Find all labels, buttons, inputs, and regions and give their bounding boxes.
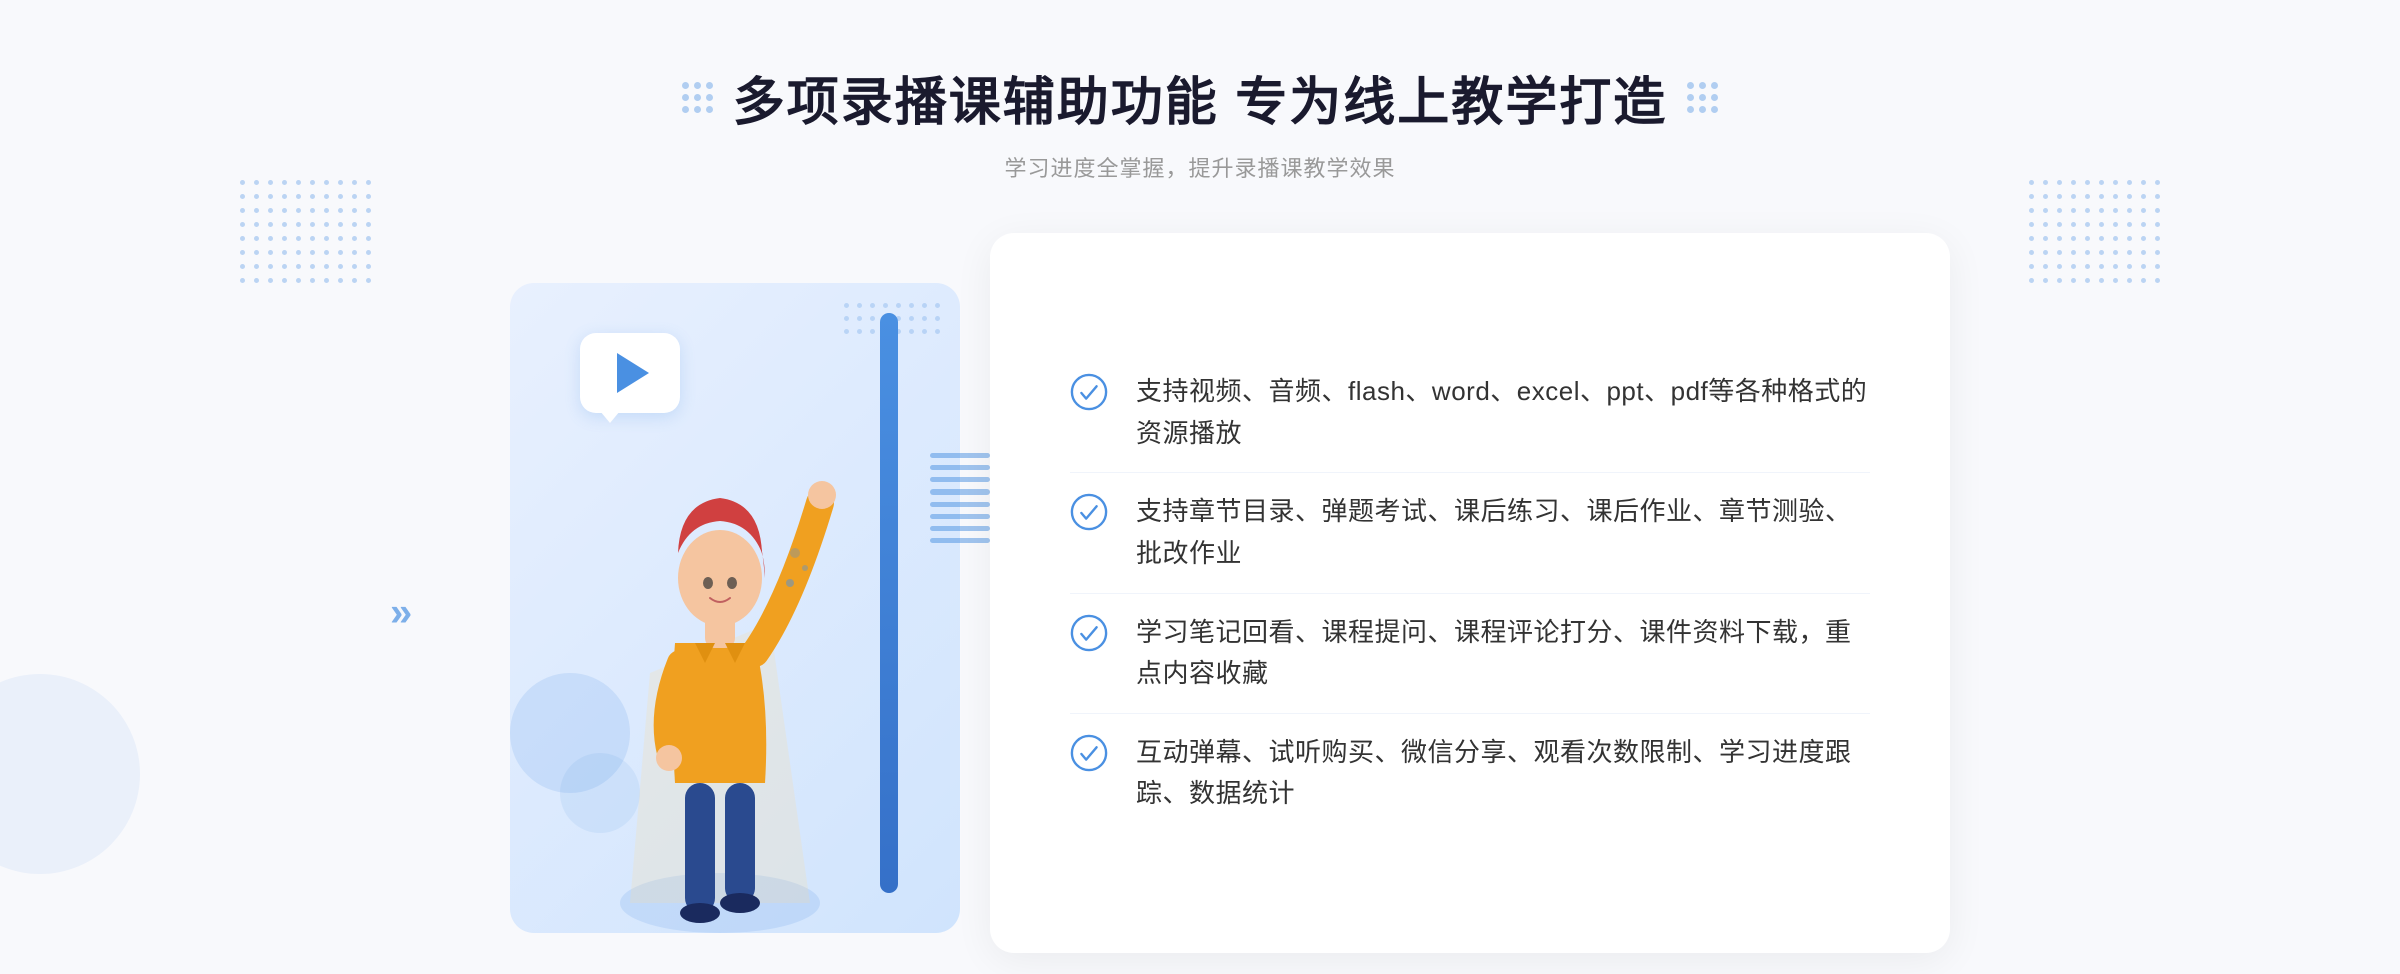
check-circle-icon [1070,373,1108,411]
feature-text-4: 互动弹幕、试听购买、微信分享、观看次数限制、学习进度跟踪、数据统计 [1136,732,1870,815]
feature-text-2: 支持章节目录、弹题考试、课后练习、课后作业、章节测验、批改作业 [1136,491,1870,574]
page-title: 多项录播课辅助功能 专为线上教学打造 [733,60,1667,135]
blue-accent-bar [880,313,898,893]
page-container: 多项录播课辅助功能 专为线上教学打造 学习进度全掌握，提升录播课教学效果 » [0,0,2400,974]
check-circle-icon [1070,734,1108,772]
play-triangle-icon [617,353,649,393]
bg-dots-right [2029,180,2160,283]
check-circle-icon [1070,614,1108,652]
page-subtitle: 学习进度全掌握，提升录播课教学效果 [682,151,1718,183]
features-list: 支持视频、音频、flash、word、excel、ppt、pdf等各种格式的资源… [1070,353,1870,833]
stripe-decoration [930,453,990,543]
feature-item-2: 支持章节目录、弹题考试、课后练习、课后作业、章节测验、批改作业 [1070,473,1870,593]
feature-text-3: 学习笔记回看、课程提问、课程评论打分、课件资料下载，重点内容收藏 [1136,612,1870,695]
header-section: 多项录播课辅助功能 专为线上教学打造 学习进度全掌握，提升录播课教学效果 [682,60,1718,183]
chevron-left-icon: » [390,591,412,636]
deco-circle-large [0,674,140,874]
feature-item-4: 互动弹幕、试听购买、微信分享、观看次数限制、学习进度跟踪、数据统计 [1070,714,1870,833]
header-dots-left [682,82,713,113]
play-bubble [580,333,690,423]
play-bubble-bg [580,333,680,413]
bg-dots-left [240,180,371,283]
illustration-area: » [450,253,1010,973]
header-dots-right [1687,82,1718,113]
features-panel: 支持视频、音频、flash、word、excel、ppt、pdf等各种格式的资源… [990,233,1950,953]
feature-item-1: 支持视频、音频、flash、word、excel、ppt、pdf等各种格式的资源… [1070,353,1870,473]
check-circle-icon [1070,493,1108,531]
feature-item-3: 学习笔记回看、课程提问、课程评论打分、课件资料下载，重点内容收藏 [1070,594,1870,714]
feature-text-1: 支持视频、音频、flash、word、excel、ppt、pdf等各种格式的资源… [1136,371,1870,454]
content-area: » [450,233,1950,973]
person-figure [590,423,850,943]
header-decorators: 多项录播课辅助功能 专为线上教学打造 [682,60,1718,135]
